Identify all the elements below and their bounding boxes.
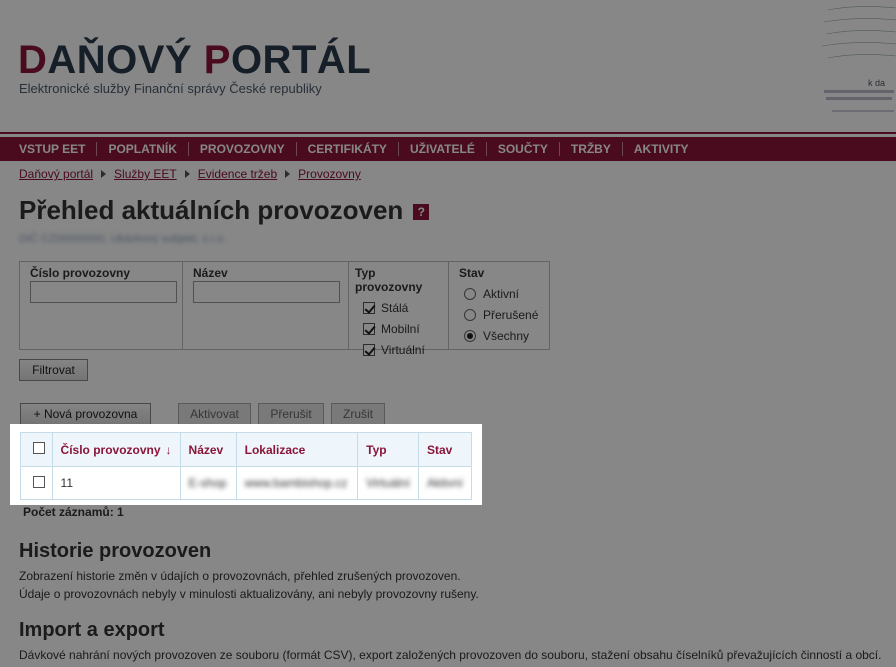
site-header: DAŇOVÝ PORTÁL Elektronické služby Finanč… — [0, 0, 896, 132]
filter-state-label: Stav — [459, 266, 485, 280]
logo-part-1: AŇOVÝ — [47, 38, 204, 82]
breadcrumb-arrow-icon — [184, 170, 190, 178]
state-seal-image: k da — [818, 0, 896, 130]
column-header-location[interactable]: Lokalizace — [235, 432, 359, 467]
state-prerusene-label: Přerušené — [483, 307, 539, 322]
breadcrumb-evidence-trzeb[interactable]: Evidence tržeb — [198, 167, 277, 181]
breadcrumb-provozovny[interactable]: Provozovny — [298, 167, 361, 181]
import-text: Dávkové nahrání nových provozoven ze sou… — [19, 648, 882, 662]
nav-item-certifikaty[interactable]: CERTIFIKÁTY — [295, 142, 398, 156]
select-all-checkbox[interactable] — [33, 442, 45, 454]
subject-info: DIČ CZ00000000, Ukázkový subjekt, s.r.o. — [19, 233, 227, 245]
filter-button[interactable]: Filtrovat — [19, 359, 88, 381]
cell-type: Virtuální — [357, 466, 419, 500]
page-title: Přehled aktuálních provozoven ? — [19, 195, 430, 226]
portal-logo[interactable]: DAŇOVÝ PORTÁL — [18, 38, 371, 82]
record-count: Počet záznamů: 1 — [23, 505, 124, 519]
column-header-type[interactable]: Typ — [357, 432, 419, 467]
cell-number[interactable]: 11 — [51, 466, 181, 500]
state-aktivni-label: Aktivní — [483, 286, 520, 301]
breadcrumb: Daňový portál Služby EET Evidence tržeb … — [19, 167, 361, 181]
column-header-state[interactable]: Stav — [417, 432, 473, 467]
nav-item-vstup-eet[interactable]: VSTUP EET — [0, 142, 96, 156]
logo-part-2: ORTÁL — [230, 38, 372, 82]
column-header-number[interactable]: Číslo provozovny ↓ — [51, 432, 181, 467]
type-virtualni-option[interactable]: Virtuální — [363, 342, 444, 357]
nav-item-provozovny[interactable]: PROVOZOVNY — [187, 142, 296, 156]
nav-item-aktivity[interactable]: AKTIVITY — [621, 142, 700, 156]
nav-item-poplatnik[interactable]: POPLATNÍK — [96, 142, 187, 156]
state-prerusene-option[interactable]: Přerušené — [459, 307, 539, 322]
establishments-table-highlight: Číslo provozovny ↓ Název Lokalizace Typ S… — [10, 424, 482, 505]
page: DAŇOVÝ PORTÁL Elektronické služby Finanč… — [0, 0, 896, 667]
import-heading: Import a export — [19, 619, 165, 641]
type-stala-checkbox[interactable] — [363, 301, 375, 314]
history-text-1: Zobrazení historie změn v údajích o prov… — [19, 569, 461, 583]
portal-subtitle: Elektronické služby Finanční správy Česk… — [19, 81, 322, 96]
column-header-name[interactable]: Název — [179, 432, 237, 467]
filter-number-label: Číslo provozovny — [30, 266, 131, 280]
row-select-cell — [20, 466, 53, 500]
state-aktivni-radio[interactable] — [464, 287, 476, 300]
type-mobilni-option[interactable]: Mobilní — [363, 321, 444, 336]
filter-type-label: Typ provozovny — [355, 266, 423, 294]
filter-number-input[interactable] — [30, 281, 177, 303]
select-all-cell — [20, 432, 53, 467]
filter-number-column: Číslo provozovny — [20, 262, 183, 349]
cancel-establishment-button[interactable]: Zrušit — [331, 403, 385, 425]
row-select-checkbox[interactable] — [33, 475, 45, 488]
interrupt-button[interactable]: Přerušit — [258, 403, 324, 425]
filter-panel: Číslo provozovny Název Typ provozovny St… — [19, 261, 550, 357]
establishments-table: Číslo provozovny ↓ Název Lokalizace Typ S… — [20, 432, 473, 500]
filter-name-column: Název — [183, 262, 349, 349]
cell-state: Aktivní — [417, 466, 473, 500]
filter-state-column: Stav Aktivní Přerušené Všechny — [449, 262, 549, 349]
filter-name-input[interactable] — [193, 281, 340, 303]
activate-button[interactable]: Aktivovat — [178, 403, 251, 425]
state-aktivni-option[interactable]: Aktivní — [459, 286, 539, 301]
filter-name-label: Název — [193, 266, 228, 280]
page-title-text: Přehled aktuálních provozoven — [19, 195, 404, 225]
table-row[interactable]: 11 E-shop www.bambishop.cz Virtuální Akt… — [20, 466, 473, 500]
cell-location: www.bambishop.cz — [235, 466, 359, 500]
state-prerusene-radio[interactable] — [464, 308, 476, 321]
logo-letter-p: P — [203, 38, 231, 82]
breadcrumb-sluzby-eet[interactable]: Služby EET — [114, 167, 177, 181]
state-vsechny-option[interactable]: Všechny — [459, 328, 539, 343]
type-mobilni-label: Mobilní — [381, 321, 420, 336]
type-stala-label: Stálá — [381, 300, 409, 315]
help-icon[interactable]: ? — [413, 203, 430, 220]
filter-type-column: Typ provozovny Stálá Mobilní Virtuální — [349, 262, 449, 357]
history-text-2: Údaje o provozovnách nebyly v minulosti … — [19, 587, 479, 601]
breadcrumb-arrow-icon — [101, 170, 107, 178]
history-heading: Historie provozoven — [19, 540, 212, 562]
breadcrumb-danovy-portal[interactable]: Daňový portál — [19, 167, 93, 181]
type-virtualni-label: Virtuální — [381, 342, 425, 357]
state-vsechny-radio[interactable] — [464, 329, 476, 342]
nav-item-uzivatele[interactable]: UŽIVATELÉ — [397, 142, 486, 156]
type-mobilni-checkbox[interactable] — [363, 322, 375, 335]
column-header-number-label: Číslo provozovny — [60, 442, 161, 457]
table-header-row: Číslo provozovny ↓ Název Lokalizace Typ S… — [20, 432, 473, 467]
main-navigation: VSTUP EET POPLATNÍK PROVOZOVNY CERTIFIKÁ… — [0, 137, 896, 161]
state-vsechny-label: Všechny — [483, 328, 530, 343]
sort-down-icon[interactable]: ↓ — [166, 443, 172, 457]
nav-item-soucty[interactable]: SOUČTY — [485, 142, 559, 156]
breadcrumb-arrow-icon — [285, 170, 291, 178]
logo-letter-d: D — [18, 38, 48, 82]
type-stala-option[interactable]: Stálá — [363, 300, 444, 315]
cell-name: E-shop — [179, 466, 237, 500]
new-establishment-button[interactable]: + Nová provozovna — [20, 403, 151, 425]
seal-text: k da — [868, 78, 885, 88]
type-virtualni-checkbox[interactable] — [363, 343, 375, 356]
nav-item-trzby[interactable]: TRŽBY — [558, 142, 622, 156]
